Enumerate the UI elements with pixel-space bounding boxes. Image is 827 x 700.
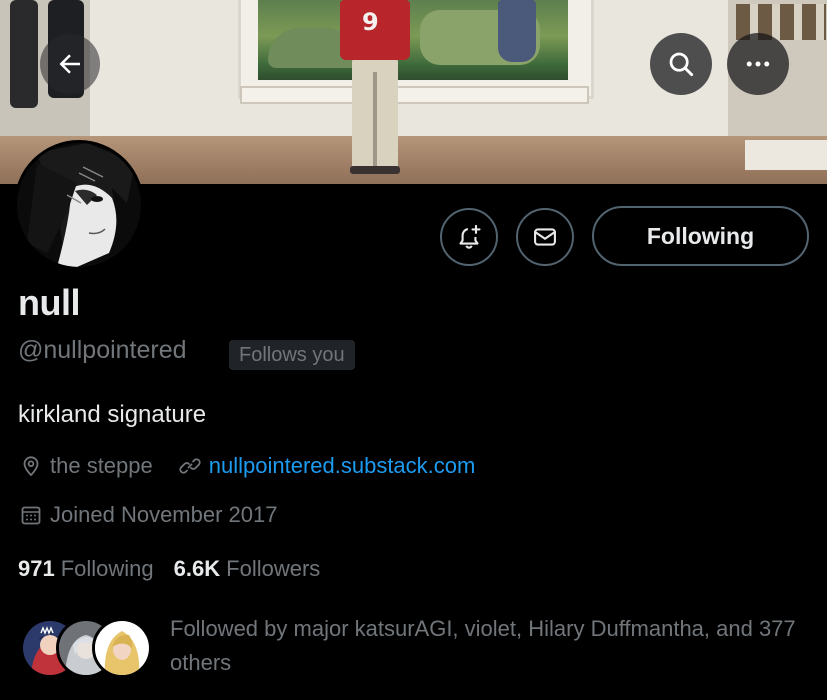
banner-painting-figure (498, 0, 536, 62)
mail-icon (534, 228, 556, 246)
profile-bio: kirkland signature (18, 401, 207, 428)
followers-label: Followers (226, 556, 321, 581)
mutual-followers-avatars[interactable] (20, 618, 152, 678)
followed-by-text[interactable]: Followed by major katsurAGI, violet, Hil… (170, 612, 810, 680)
mutual-avatar (92, 618, 152, 678)
more-horizontal-icon (746, 61, 770, 67)
banner-bench (745, 140, 827, 170)
bell-plus-icon (459, 224, 481, 249)
follow-stats: 971 Following 6.6K Followers (18, 556, 340, 582)
location-icon (18, 453, 44, 479)
banner-painting-ledge (240, 86, 589, 104)
notifications-toggle-button[interactable] (440, 208, 498, 266)
following-label: Following (60, 556, 154, 581)
banner-jersey-number: 9 (362, 8, 379, 36)
back-button[interactable] (40, 34, 100, 94)
profile-avatar[interactable] (14, 140, 144, 270)
message-button[interactable] (516, 208, 574, 266)
profile-website-link[interactable]: nullpointered.substack.com (209, 453, 476, 479)
display-name: null (18, 282, 80, 323)
following-count-link[interactable]: 971 Following (18, 556, 154, 582)
following-button[interactable]: Following (592, 206, 809, 266)
profile-banner[interactable]: 9 (0, 0, 827, 184)
arrow-left-icon (59, 54, 80, 74)
user-handle: @nullpointered (18, 336, 187, 364)
joined-date: Joined November 2017 (50, 502, 278, 527)
calendar-icon (18, 502, 44, 528)
more-button[interactable] (727, 33, 789, 95)
profile-meta-row: the steppe nullpointered.substack.com (18, 451, 475, 481)
profile-location: the steppe (50, 453, 153, 478)
banner-person-legs-gap (373, 72, 377, 170)
followers-count: 6.6K (173, 556, 221, 581)
followers-count-link[interactable]: 6.6K Followers (174, 556, 321, 582)
link-icon (177, 453, 203, 479)
following-count: 971 (18, 556, 55, 581)
avatar-illustration (17, 143, 141, 267)
search-button[interactable] (650, 33, 712, 95)
joined-date-row: Joined November 2017 (18, 500, 277, 530)
banner-person-shoes (350, 166, 400, 174)
search-icon (669, 52, 694, 77)
banner-visitor (10, 0, 38, 108)
follows-you-badge: Follows you (229, 340, 355, 370)
